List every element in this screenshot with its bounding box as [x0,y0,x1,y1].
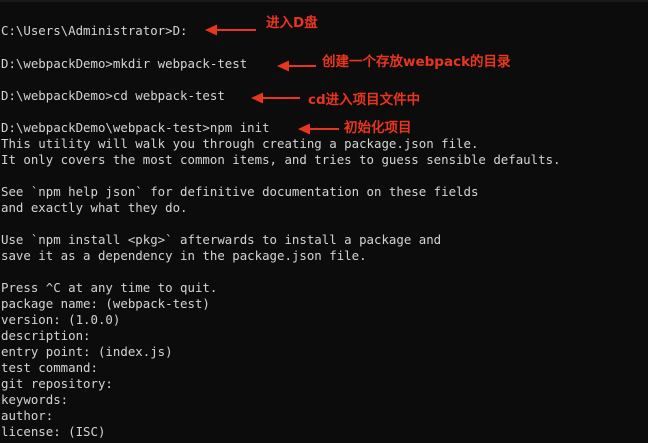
terminal-output-line: It only covers the most common items, an… [1,152,561,167]
annotation-enter-drive: 进入D盘 [266,15,318,31]
prompt-license: license: (ISC) [1,424,106,439]
red-arrow-left-icon [298,123,339,135]
prompt-version: version: (1.0.0) [1,312,121,327]
terminal-output-line: and exactly what they do. [1,200,188,215]
red-arrow-left-icon [205,24,256,36]
window-top-edge [0,0,648,2]
annotation-npm-init: 初始化项目 [344,120,412,136]
prompt-author: author: [1,408,54,423]
prompt-git-repository: git repository: [1,376,113,391]
prompt-description: description: [1,328,91,343]
terminal-output-line: Press ^C at any time to quit. [1,280,218,295]
terminal-line-npm-init: D:\webpackDemo\webpack-test>npm init [1,120,270,135]
prompt-entry-point: entry point: (index.js) [1,344,173,359]
terminal-output-line: See `npm help json` for definitive docum… [1,184,479,199]
terminal-output-line: This utility will walk you through creat… [1,136,479,151]
red-arrow-left-icon [251,92,300,104]
annotation-cd-project: cd进入项目文件中 [308,92,421,108]
terminal-line-mkdir: D:\webpackDemo>mkdir webpack-test [1,56,248,71]
terminal-output-line: Use `npm install <pkg>` afterwards to in… [1,232,442,247]
red-arrow-left-icon [277,60,316,72]
terminal-line-cd-drive: C:\Users\Administrator>D: [1,23,188,38]
terminal-window[interactable]: C:\Users\Administrator>D: D:\webpackDemo… [0,0,648,443]
prompt-test-command: test command: [1,360,98,375]
prompt-package-name: package name: (webpack-test) [1,296,210,311]
annotation-create-directory: 创建一个存放webpack的目录 [322,54,511,70]
terminal-output-line: save it as a dependency in the package.j… [1,248,367,263]
terminal-line-cd-project: D:\webpackDemo>cd webpack-test [1,88,225,103]
prompt-keywords: keywords: [1,392,69,407]
